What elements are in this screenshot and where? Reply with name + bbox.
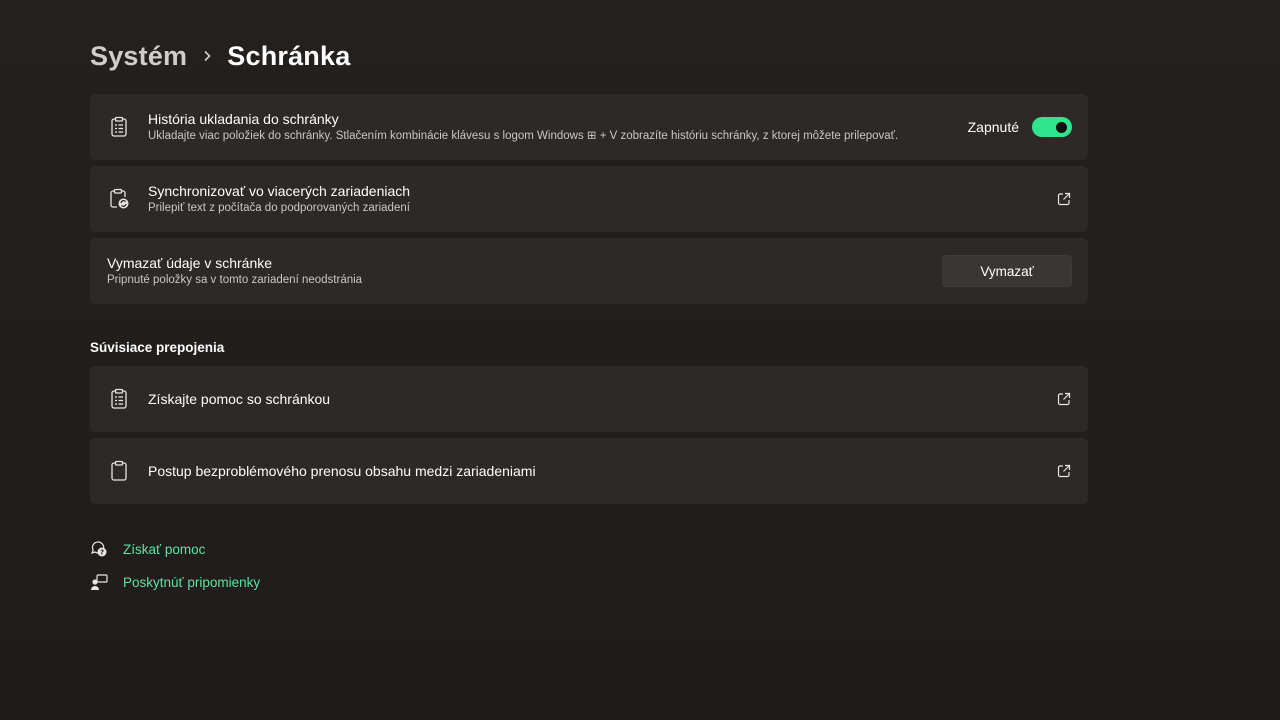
clear-button[interactable]: Vymazať bbox=[942, 255, 1072, 287]
related-link-icon-area bbox=[1056, 391, 1088, 407]
related-link-transfer-content[interactable]: Postup bezproblémového prenosu obsahu me… bbox=[90, 438, 1088, 504]
svg-text:?: ? bbox=[100, 549, 104, 557]
clipboard-list-icon bbox=[90, 116, 148, 138]
related-link-icon-area bbox=[1056, 463, 1088, 479]
clear-clipboard-subtitle: Pripnuté položky sa v tomto zariadení ne… bbox=[107, 274, 363, 286]
breadcrumb: Systém Schránka bbox=[90, 38, 350, 74]
clipboard-history-text: História ukladania do schránky Ukladajte… bbox=[148, 110, 968, 144]
give-feedback-label: Poskytnúť pripomienky bbox=[123, 574, 261, 590]
sync-devices-title: Synchronizovať vo viacerých zariadeniach bbox=[148, 183, 411, 199]
toggle-knob bbox=[1056, 122, 1067, 133]
related-links-heading: Súvisiace prepojenia bbox=[90, 340, 225, 355]
get-help-label: Získať pomoc bbox=[123, 541, 206, 557]
external-link-icon[interactable] bbox=[1056, 191, 1072, 207]
clipboard-list-icon bbox=[90, 388, 148, 410]
related-link-help-clipboard[interactable]: Získajte pomoc so schránkou bbox=[90, 366, 1088, 432]
sync-devices-text: Synchronizovať vo viacerých zariadeniach… bbox=[148, 182, 1056, 216]
breadcrumb-parent[interactable]: Systém bbox=[90, 41, 187, 72]
clipboard-history-toggle[interactable] bbox=[1032, 117, 1072, 137]
sync-devices-link-area bbox=[1056, 191, 1088, 207]
related-link-label: Postup bezproblémového prenosu obsahu me… bbox=[148, 463, 536, 479]
help-chat-icon: ? bbox=[90, 540, 123, 558]
clear-clipboard-title: Vymazať údaje v schránke bbox=[107, 255, 273, 271]
clear-clipboard-control: Vymazať bbox=[942, 255, 1088, 287]
page-title: Schránka bbox=[227, 40, 351, 71]
external-link-icon[interactable] bbox=[1056, 391, 1072, 407]
clipboard-history-title: História ukladania do schránky bbox=[148, 111, 339, 127]
clipboard-history-subtitle: Ukladajte viac položiek do schránky. Stl… bbox=[148, 130, 899, 142]
chevron-right-icon bbox=[187, 47, 227, 65]
clipboard-icon bbox=[90, 460, 148, 482]
feedback-person-icon bbox=[90, 573, 123, 591]
related-link-text: Postup bezproblémového prenosu obsahu me… bbox=[148, 462, 1056, 480]
related-link-text: Získajte pomoc so schránkou bbox=[148, 390, 1056, 408]
clipboard-history-setting: História ukladania do schránky Ukladajte… bbox=[90, 94, 1088, 160]
clipboard-sync-icon bbox=[90, 188, 148, 210]
sync-devices-subtitle: Prilepiť text z počítača do podporovanýc… bbox=[148, 202, 410, 214]
sync-devices-setting[interactable]: Synchronizovať vo viacerých zariadeniach… bbox=[90, 166, 1088, 232]
settings-page: Systém Schránka História ukladania do sc… bbox=[0, 0, 1280, 720]
toggle-state-label: Zapnuté bbox=[967, 119, 1019, 135]
clear-clipboard-setting: Vymazať údaje v schránke Pripnuté položk… bbox=[90, 238, 1088, 304]
get-help-link[interactable]: ? Získať pomoc bbox=[90, 539, 205, 559]
external-link-icon[interactable] bbox=[1056, 463, 1072, 479]
clear-clipboard-text: Vymazať údaje v schránke Pripnuté položk… bbox=[107, 254, 942, 288]
give-feedback-link[interactable]: Poskytnúť pripomienky bbox=[90, 572, 260, 592]
clipboard-history-control: Zapnuté bbox=[968, 117, 1088, 137]
related-link-label: Získajte pomoc so schránkou bbox=[148, 391, 331, 407]
